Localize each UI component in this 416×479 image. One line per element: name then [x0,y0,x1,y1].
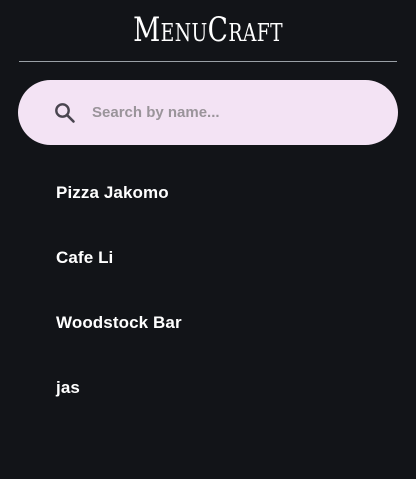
app-header: MenuCraft [0,0,416,61]
app-logo: MenuCraft [133,9,283,50]
header-divider [19,61,397,62]
restaurant-name: jas [56,377,80,397]
list-item[interactable]: jas [0,355,416,420]
list-item[interactable]: Woodstock Bar [0,290,416,355]
app-screen: MenuCraft Pizza Jakomo Cafe Li Woodstock… [0,0,416,479]
restaurant-name: Woodstock Bar [56,312,182,332]
restaurant-name: Pizza Jakomo [56,182,169,202]
restaurant-list: Pizza Jakomo Cafe Li Woodstock Bar jas [0,160,416,420]
list-item[interactable]: Pizza Jakomo [0,160,416,225]
list-item[interactable]: Cafe Li [0,225,416,290]
restaurant-name: Cafe Li [56,247,114,267]
search-input[interactable] [92,104,352,121]
search-bar[interactable] [18,80,398,145]
search-icon[interactable] [52,100,78,126]
